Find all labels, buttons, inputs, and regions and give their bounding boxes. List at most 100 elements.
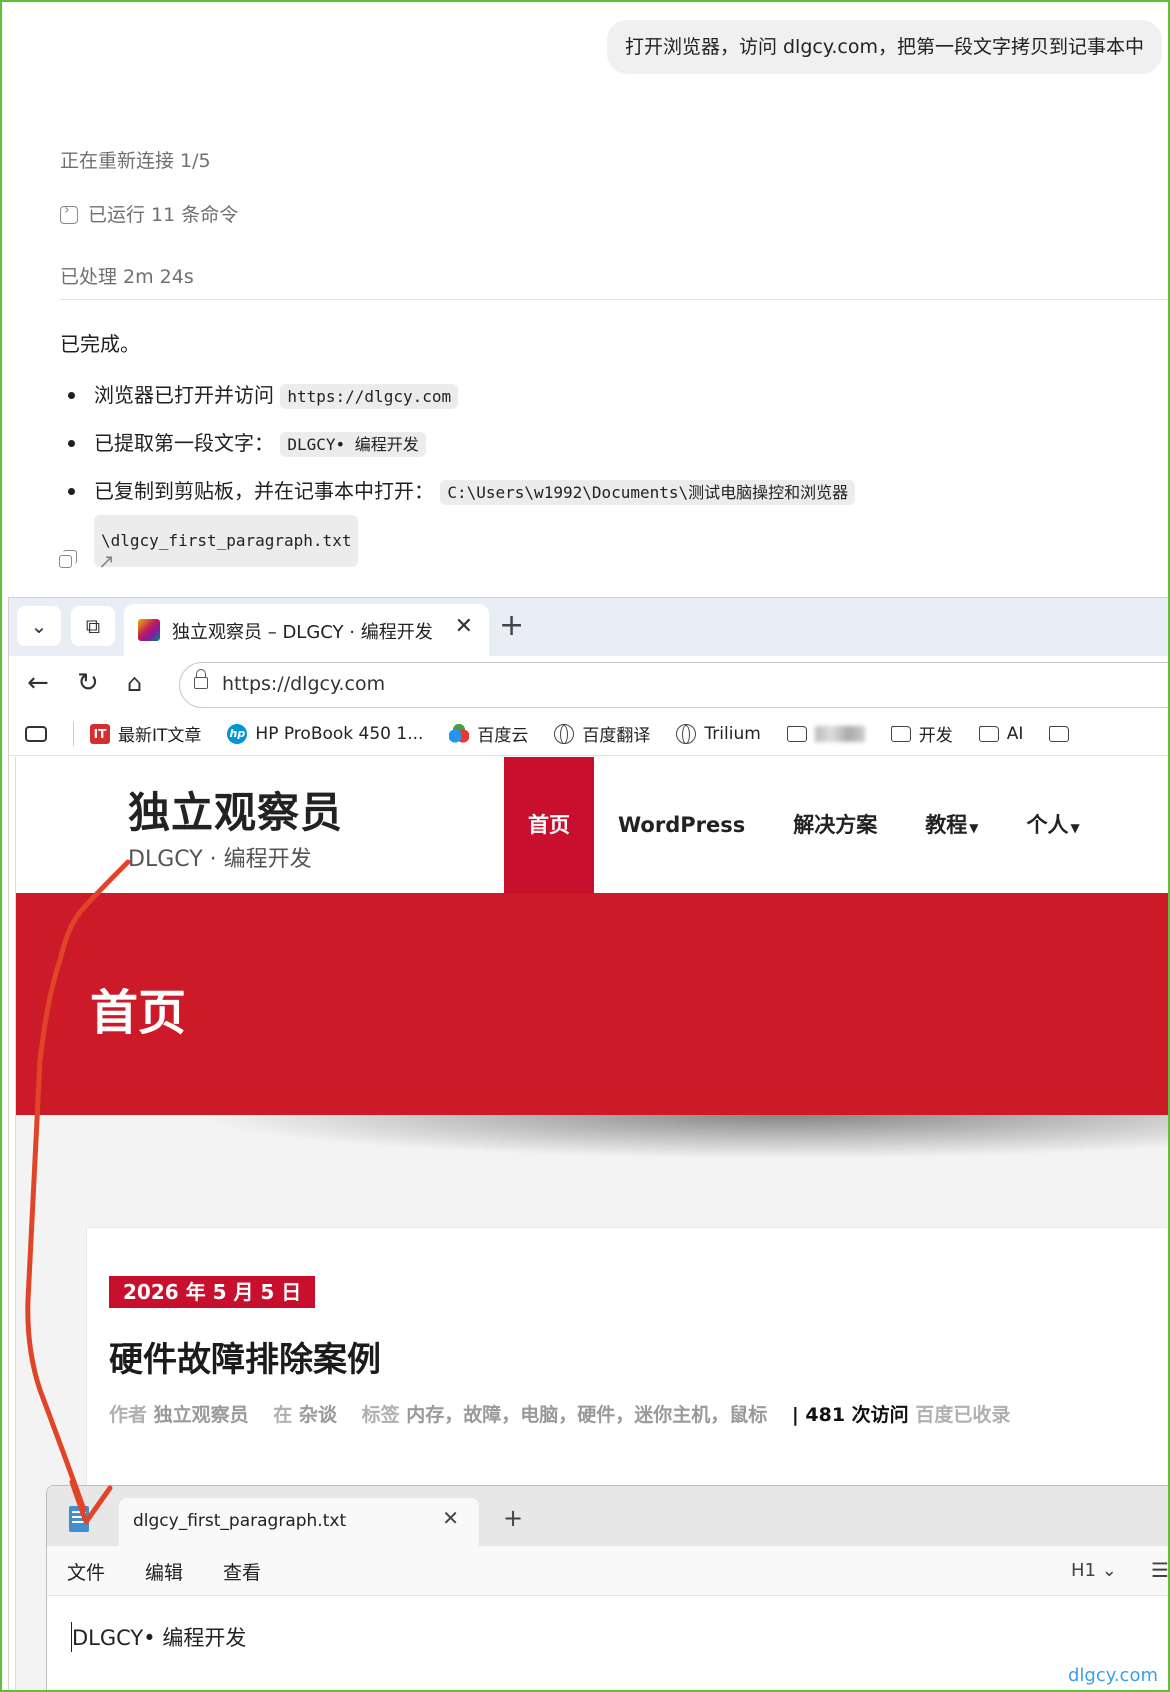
lock-icon[interactable] — [194, 669, 208, 689]
bookmark-baidu-cloud[interactable]: 百度云 — [449, 721, 528, 746]
reconnecting-status: 正在重新连接 1/5 — [60, 150, 211, 172]
back-icon[interactable]: ← — [27, 666, 49, 700]
nav-personal[interactable]: 个人 ▼ — [1002, 757, 1103, 893]
nav-solutions[interactable]: 解决方案 — [769, 757, 901, 893]
new-tab-button[interactable]: + — [499, 606, 524, 646]
browser-toolbar: ← ↻ ⌂ https://dlgcy.com — [9, 656, 1170, 712]
menu-edit[interactable]: 编辑 — [145, 1558, 183, 1585]
category-link[interactable]: 杂谈 — [299, 1404, 337, 1426]
bookmark-folder-ai[interactable]: AI — [978, 723, 1024, 744]
inline-code: \dlgcy_first_paragraph.txt — [94, 515, 359, 567]
category-label: 在 — [273, 1404, 293, 1426]
menu-view[interactable]: 查看 — [223, 1558, 261, 1585]
list-format-icon[interactable]: ☰ — [1151, 1558, 1169, 1582]
notepad-icon — [69, 1506, 89, 1532]
nav-label: 个人 — [1026, 813, 1069, 837]
terminal-icon — [60, 202, 78, 224]
banner-title: 首页 — [90, 985, 187, 1041]
heading-value: H1 — [1071, 1560, 1096, 1581]
reading-view-button[interactable] — [25, 725, 55, 742]
indexed-status: 百度已收录 — [915, 1404, 1011, 1426]
nav-tutorials[interactable]: 教程 ▼ — [901, 757, 1002, 893]
bookmark-trilium[interactable]: Trilium — [676, 723, 761, 744]
inline-code: https://dlgcy.com — [280, 384, 459, 409]
chevron-down-icon: ⌄ — [1101, 1560, 1117, 1581]
notepad-content[interactable]: DLGCY• 编程开发 — [71, 1622, 246, 1652]
heading-dropdown[interactable]: H1 ⌄ — [1071, 1560, 1117, 1581]
close-icon[interactable]: ✕ — [442, 1506, 459, 1530]
nav-label: 教程 — [925, 813, 968, 837]
blurred-label — [814, 725, 865, 742]
list-item: 浏览器已打开并访问 https://dlgcy.com — [60, 372, 1160, 420]
bullet-text: 浏览器已打开并访问 — [94, 383, 274, 407]
folder-icon — [978, 725, 999, 742]
folder-icon — [890, 725, 911, 742]
bookmark-label: AI — [1006, 723, 1024, 744]
bookmark-it[interactable]: IT 最新IT文章 — [90, 721, 201, 746]
tags-label: 标签 — [361, 1404, 400, 1426]
banner-shadow — [196, 1115, 1170, 1159]
author-link[interactable]: 独立观察员 — [154, 1404, 249, 1426]
cloud-icon — [449, 723, 470, 744]
folder-icon — [786, 725, 807, 742]
post-title[interactable]: 硬件故障排除案例 — [109, 1332, 381, 1381]
close-tab-icon[interactable]: ✕ — [455, 614, 473, 639]
home-icon[interactable]: ⌂ — [127, 666, 142, 700]
bullet-text: 已提取第一段文字： — [94, 431, 274, 455]
share-button[interactable]: ↗ — [98, 550, 120, 572]
site-favicon-icon — [138, 619, 160, 641]
bookmark-folder-blurred[interactable] — [786, 725, 865, 742]
site-logo-subtitle: DLGCY · 编程开发 — [128, 847, 312, 872]
bookmark-label: HP ProBook 450 1... — [255, 723, 424, 744]
notepad-tab-bar: dlgcy_first_paragraph.txt ✕ + — [47, 1486, 1169, 1546]
inline-code: C:\Users\w1992\Documents\测试电脑操控和浏览器 — [440, 480, 856, 505]
site-logo-title[interactable]: 独立观察员 — [128, 779, 343, 840]
address-bar[interactable]: https://dlgcy.com — [179, 662, 1170, 708]
menu-file[interactable]: 文件 — [67, 1558, 105, 1585]
nav-wordpress[interactable]: WordPress — [594, 757, 769, 893]
bookmark-baidu-translate[interactable]: 百度翻译 — [554, 721, 650, 746]
bookmark-folder-dev[interactable]: 开发 — [890, 721, 953, 746]
notepad-editor[interactable]: DLGCY• 编程开发 — [47, 1596, 1169, 1691]
bookmark-label: 百度云 — [477, 726, 529, 746]
completed-text: 已完成。 — [60, 332, 140, 356]
page-banner: 首页 — [16, 893, 1170, 1115]
copy-icon — [59, 550, 77, 568]
refresh-icon[interactable]: ↻ — [77, 666, 99, 700]
tab-active[interactable]: 独立观察员 – DLGCY · 编程开发 ✕ — [124, 604, 489, 656]
notepad-tab[interactable]: dlgcy_first_paragraph.txt ✕ — [119, 1498, 479, 1546]
notepad-tab-title: dlgcy_first_paragraph.txt — [133, 1511, 347, 1531]
view-count: | 481 次访问 — [791, 1404, 909, 1426]
tags-links[interactable]: 内存，故障，电脑，硬件，迷你主机，鼠标 — [406, 1404, 767, 1426]
share-icon: ↗ — [98, 549, 115, 573]
tab-list-button[interactable]: ⌄ — [17, 606, 61, 646]
result-list: 浏览器已打开并访问 https://dlgcy.com 已提取第一段文字： DL… — [60, 372, 1160, 567]
bookmark-label: Trilium — [704, 723, 761, 744]
notepad-window: dlgcy_first_paragraph.txt ✕ + 文件 编辑 查看 H… — [46, 1485, 1170, 1692]
bookmark-label: 最新IT文章 — [118, 726, 202, 746]
bookmarks-bar: IT 最新IT文章 hp HP ProBook 450 1... 百度云 百度翻译 … — [9, 712, 1170, 756]
divider — [60, 299, 1170, 300]
bookmark-hp[interactable]: hp HP ProBook 450 1... — [227, 723, 424, 744]
workspaces-button[interactable]: ⧉ — [71, 606, 115, 646]
url-text: https://dlgcy.com — [222, 673, 386, 695]
globe-icon — [554, 723, 575, 744]
copy-button[interactable] — [56, 550, 78, 572]
watermark: dlgcy.com — [1068, 1665, 1158, 1686]
nav-home[interactable]: 首页 — [504, 757, 594, 893]
folder-icon — [1049, 725, 1070, 742]
notepad-new-tab-button[interactable]: + — [503, 1504, 523, 1532]
bookmark-label: 百度翻译 — [582, 726, 651, 746]
separator — [73, 721, 74, 746]
inline-code: DLGCY• 编程开发 — [280, 432, 426, 457]
list-item: 已提取第一段文字： DLGCY• 编程开发 — [60, 420, 1160, 468]
tab-title: 独立观察员 – DLGCY · 编程开发 — [172, 622, 433, 643]
post-date: 2026 年 5 月 5 日 — [109, 1276, 316, 1308]
processed-time: 已处理 2m 24s — [60, 266, 194, 288]
commands-ran-row[interactable]: 已运行 11 条命令 — [60, 200, 238, 227]
message-actions: ↗ — [56, 550, 120, 572]
it-icon: IT — [90, 723, 110, 744]
bullet-text: 已复制到剪贴板，并在记事本中打开： — [94, 479, 434, 503]
caret-down-icon: ▼ — [1070, 821, 1080, 835]
bookmark-folder-more[interactable] — [1049, 725, 1077, 742]
